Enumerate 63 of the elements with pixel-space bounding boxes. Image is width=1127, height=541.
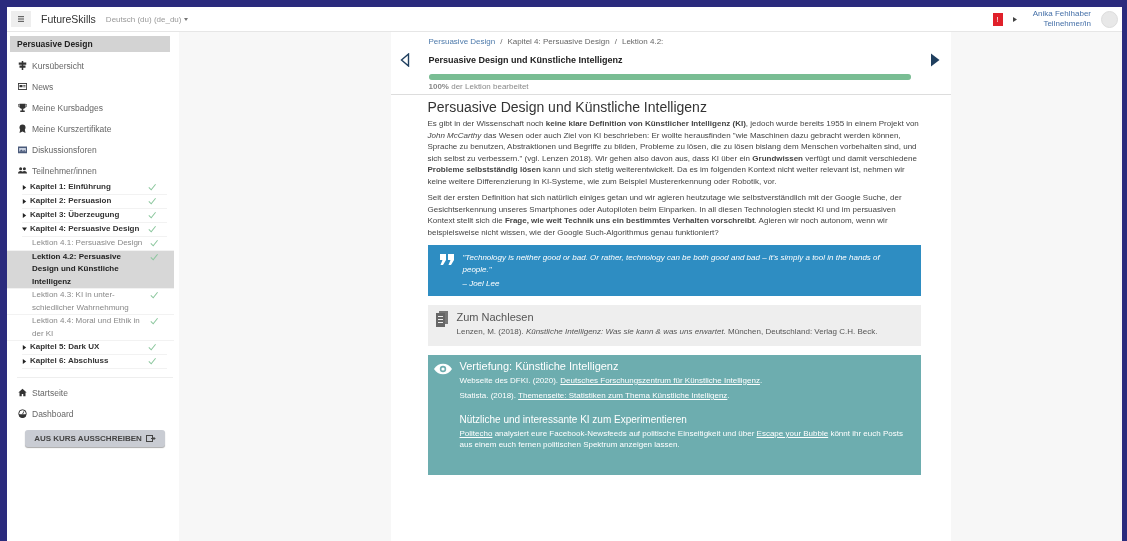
home-icon: [18, 388, 27, 397]
user-role: Teilnehmer/in: [1043, 19, 1091, 29]
next-button[interactable]: [928, 53, 941, 69]
body-paragraph: Es gibt in der Wissenschaft noch keine klare Definition von Künstlicher Intelligenz (KI), jedoch wurde bereits 1955 in einem Projekt von John McCarthy das Wesen oder auch Ziel von KI beschrieben: Er wollte herausfinden "wie Maschinen dazu gebracht werden können, Sprache zu benutzen, Abstraktionen und Begriffe zu bilden, Probleme zu lösen, die zu lösen bislang dem Menschen vorbehalten sind, und sich selbst zu verbessern." (vgl. Lenzen 2018). Wir gehen also davon aus, dass KI über ein Grundwissen verfügt und damit verschiedene Probleme selbstständig lösen kann und sich stetig weiterentwickelt. Da es im folgenden Kontext nicht weiter relevant ist, nehmen wir keine weitere Differenzierung in KI-Systeme, wie zum Beispiel Mustererkennung oder Robotik, vor.: [427, 118, 920, 187]
card-title: Vertiefung: Künstliche Intelligenz: [459, 359, 620, 372]
notification-badge[interactable]: !: [992, 12, 1003, 26]
course-title[interactable]: Persuasive Design: [10, 36, 170, 52]
caret-icon: [1012, 16, 1017, 22]
previous-button[interactable]: [398, 53, 411, 69]
site-title[interactable]: FutureSkills: [41, 13, 96, 25]
menu-button[interactable]: [11, 11, 31, 27]
body-paragraph: Politecho analysiert eure Facebook-Newsfeeds auf politische Einseitigkeit und über Escape your Bubble könnt ihr euch Posts aus einem euch fernen politischen Spektrum anzeigen lassen.: [459, 427, 904, 451]
chapter-link[interactable]: Kapitel 1: Einführung: [30, 181, 145, 194]
user-name[interactable]: Anika Fehlhaber: [1032, 9, 1091, 19]
menu-icon: [18, 16, 24, 22]
award-icon: [18, 124, 27, 133]
nav-link[interactable]: Diskussionsforen: [32, 144, 97, 155]
nav-link[interactable]: Kursübersicht: [32, 60, 84, 71]
breadcrumb-separator: /: [500, 36, 503, 46]
unenroll-button[interactable]: AUS KURS AUSSCHREIBEN: [25, 430, 165, 447]
breadcrumb-separator: /: [614, 36, 617, 46]
exit-icon: [145, 435, 156, 442]
lesson-item[interactable]: Lektion 4.4: Moral und Ethik in der KI: [7, 315, 174, 341]
source-citation: Webseite des DFKI. (2020). Deutsches Forschungszentrum für Künstliche Intelligenz.: [459, 374, 764, 386]
users-icon: [18, 166, 27, 175]
chapter-link[interactable]: Kapitel 3: Überzeugung: [30, 209, 145, 222]
nav-link[interactable]: Teilnehmer/innen: [32, 165, 97, 176]
dashboard-icon: [18, 409, 27, 418]
breadcrumb-item[interactable]: Lektion 4.2:: [621, 36, 664, 46]
nav-link[interactable]: Meine Kurszertifikate: [32, 123, 112, 134]
breadcrumb-item[interactable]: Kapitel 4: Persuasive Design: [507, 36, 610, 46]
lesson-item[interactable]: Lektion 4.1: Persuasive Design: [7, 237, 174, 251]
chapter-link[interactable]: Kapitel 4: Persuasive Design: [30, 223, 145, 236]
caret-icon: [184, 17, 189, 21]
newspaper-icon: [18, 82, 27, 91]
image-icon: [18, 145, 27, 154]
quote-author: – Joel Lee: [462, 279, 501, 288]
reference-text: Lenzen, M. (2018). Künstliche Intelligenz: Was sie kann & was uns erwartet. München, Deutschland: Verlag C.H. Beck.: [456, 326, 878, 338]
document-icon: [435, 311, 448, 327]
nav-link[interactable]: Startseite: [32, 387, 68, 398]
body-paragraph: Seit der ersten Definition hat sich natürlich einiges getan und wir agieren heutzutage wie selbstverständlich mit der Google Suche, der Gesichtserkennung unseres Smartphones oder Autopiloten beim Einparken. In all diesen Technologien steckt KI und im persuasiven Kontext stellt sich die Frage, wie weit Technik uns ein bestimmtes Verhalten vorschreibt. Agieren wir noch autonom, wenn wir beispielsweise nicht wissen, wie der Google Such-Algorithmus genau funktioniert?: [427, 192, 903, 238]
progress-label: 100% der Lektion bearbeitet: [428, 82, 530, 91]
lesson-item[interactable]: Lektion 4.3: KI in unter-schiedlicher Wahrnehmung: [7, 289, 174, 315]
left-triangle-icon: [399, 53, 410, 67]
signpost-icon: [18, 61, 27, 70]
nav-link[interactable]: Meine Kursbadges: [32, 102, 103, 113]
lesson-heading: Persuasive Design und Künstliche Intelligenz: [427, 99, 708, 115]
trophy-icon: [18, 103, 27, 112]
eye-icon: [433, 362, 452, 375]
source-citation: Statista. (2018). Themenseite: Statistiken zum Thema Künstliche Intelligenz.: [459, 390, 731, 402]
breadcrumb-link[interactable]: Persuasive Design: [428, 36, 496, 46]
chapter-link[interactable]: Kapitel 5: Dark UX: [30, 341, 145, 354]
card-title: Zum Nachlesen: [456, 311, 535, 323]
chapter-link[interactable]: Kapitel 6: Abschluss: [30, 355, 145, 368]
chapter-link[interactable]: Kapitel 2: Persuasion: [30, 195, 145, 208]
quote-text: "Technology is neither good or bad. Or rather, technology can be both good and bad – it's simply a tool in the hands of people.": [462, 252, 882, 275]
quote-icon: [439, 254, 454, 265]
nav-link[interactable]: Dashboard: [32, 408, 74, 419]
nav-link[interactable]: News: [32, 81, 54, 92]
lesson-item[interactable]: Lektion 4.2: Persuasive Design und Künstliche Intelligenz: [7, 250, 174, 289]
section-heading: Nützliche und interessante KI zum Experimentieren: [459, 413, 688, 425]
lesson-title: Persuasive Design und Künstliche Intelligenz: [428, 55, 624, 65]
right-triangle-icon: [929, 53, 940, 67]
